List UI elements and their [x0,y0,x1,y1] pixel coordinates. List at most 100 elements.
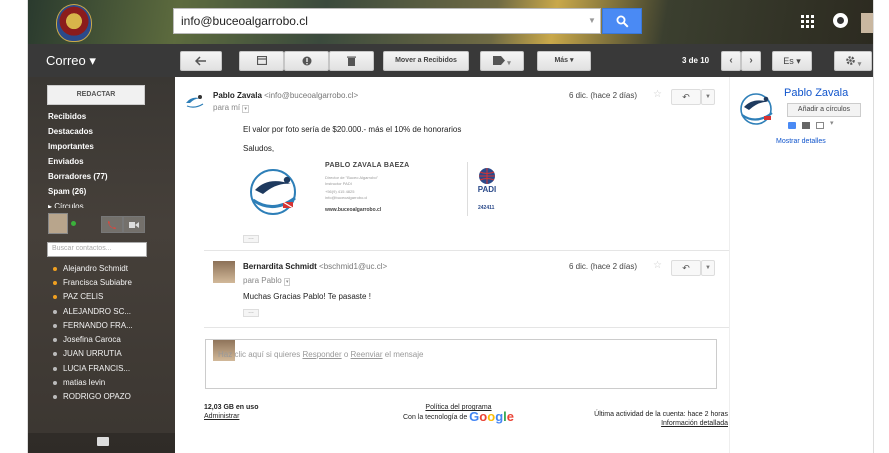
email-icon[interactable] [816,122,824,129]
contact-item[interactable]: Alejandro Schmidt [53,264,128,273]
action-toolbar: Correo ▾ Mover a Recibidos ▾ Más ▾ 3 de … [28,44,873,77]
message-body-line: El valor por foto sería de $20.000.- más… [243,125,462,134]
archive-icon [256,55,267,66]
sidebar-item-spam[interactable]: Spam (26) [48,187,86,196]
manage-storage-link[interactable]: Administrar [204,413,239,420]
organization-logo[interactable] [56,4,92,42]
account-avatar[interactable] [861,13,873,33]
notifications-icon[interactable] [833,13,848,28]
next-conversation-button[interactable]: › [741,51,761,71]
sender-email: <info@buceoalgarrobo.cl> [264,91,359,100]
reply-button[interactable]: ↶ [671,260,701,276]
activity-details-link[interactable]: Información detallada [661,420,728,427]
reply-arrow-icon: ↶ [682,92,690,102]
message-more-button[interactable]: ▼ [701,89,715,105]
apps-grid-icon[interactable] [801,15,815,29]
sidebar-item-sent[interactable]: Enviados [48,157,84,166]
contact-card-panel: Pablo Zavala Añadir a círculos ▾ Mostrar… [729,77,873,453]
back-button[interactable] [180,51,222,71]
contact-status-dot [53,324,57,328]
message-body-line: Muchas Gracias Pablo! Te pasaste ! [243,292,371,301]
last-activity-text: Última actividad de la cuenta: hace 2 ho… [594,411,728,418]
recipient-details-chevron-icon[interactable]: ▾ [283,278,291,286]
phone-call-button[interactable] [101,216,123,233]
reply-link[interactable]: Responder [302,350,341,359]
contact-search-input[interactable]: Buscar contactos... [47,242,147,257]
chevron-down-icon: ▼ [705,94,711,100]
contact-item[interactable]: ALEJANDRO SC... [53,307,131,316]
contact-item[interactable]: RODRIGO OPAZO [53,392,131,401]
contact-status-dot [53,381,57,385]
left-sidebar: REDACTAR Recibidos Destacados Importante… [28,77,175,453]
contact-item[interactable]: JUAN URRUTIA [53,349,122,358]
sidebar-item-circles[interactable]: ▸ Círculos [48,202,84,208]
signature-divider [467,162,468,216]
move-to-inbox-button[interactable]: Mover a Recibidos [383,51,469,71]
contact-item[interactable]: PAZ CELIS [53,292,103,301]
contact-item[interactable]: Josefina Caroca [53,335,121,344]
report-spam-icon [302,56,311,66]
label-tag-icon [493,56,506,65]
forward-link[interactable]: Reenviar [351,350,383,359]
sidebar-item-starred[interactable]: Destacados [48,127,93,136]
reply-arrow-icon: ↶ [682,263,690,273]
quick-reply-box[interactable]: Haz clic aquí si quieres Responder o Ree… [205,339,717,389]
show-details-link[interactable]: Mostrar detalles [776,138,826,145]
labels-button[interactable]: ▾ [480,51,524,71]
video-camera-icon [129,222,139,228]
contact-name[interactable]: Pablo Zavala [784,87,848,99]
contact-item[interactable]: matias levin [53,378,105,387]
diver-logo [250,169,296,215]
report-spam-button[interactable] [284,51,329,71]
star-outline-icon[interactable]: ☆ [653,89,662,100]
more-options-chevron-icon[interactable]: ▾ [830,119,834,127]
contact-item[interactable]: Francisca Subiabre [53,278,132,287]
footer-center: Política del programa Con la tecnología … [403,403,514,423]
sidebar-item-important[interactable]: Importantes [48,142,94,151]
signature-website-link[interactable]: www.buceoalgarrobo.cl [325,207,381,213]
recipient-text: para Pablo [243,276,282,285]
back-arrow-icon [194,56,206,66]
delete-button[interactable] [329,51,374,71]
signature-line: info@buceoalgarrobo.cl [325,195,368,200]
reply-button[interactable]: ↶ [671,89,701,105]
online-status-dot [71,221,76,226]
video-camera-icon[interactable] [802,122,810,129]
message-sender[interactable]: Bernardita Schmidt <bschmid1@uc.cl> [243,262,387,271]
sidebar-item-drafts[interactable]: Borradores (77) [48,172,108,181]
chevron-down-icon: ▼ [705,265,711,271]
input-language-button[interactable]: Es ▾ [772,51,812,71]
video-call-button[interactable] [123,216,145,233]
contact-item[interactable]: LUCIA FRANCIS... [53,364,130,373]
contact-actions: ▾ [788,119,858,132]
star-outline-icon[interactable]: ☆ [653,260,662,271]
chat-bubble-icon[interactable] [97,437,109,446]
search-input[interactable]: info@buceoalgarrobo.cl [173,8,601,34]
sender-avatar[interactable] [213,261,235,283]
recipient-text: para mí [213,103,241,112]
chat-user-avatar[interactable] [48,213,68,234]
prev-conversation-button[interactable]: ‹ [721,51,741,71]
show-trimmed-content-button[interactable]: … [243,235,259,243]
chat-icon[interactable] [788,122,796,129]
sender-avatar[interactable] [184,89,206,111]
recipient-line[interactable]: para Pablo ▾ [243,276,291,286]
search-options-chevron-icon[interactable]: ▼ [588,8,601,34]
add-to-circles-button[interactable]: Añadir a círculos [787,103,861,117]
settings-button[interactable]: ▾ [834,51,872,71]
show-trimmed-content-button[interactable]: … [243,309,259,317]
recipient-details-chevron-icon[interactable]: ▾ [242,105,249,113]
recipient-line[interactable]: para mí ▾ [213,103,249,113]
reply-prompt-text: o [341,350,351,359]
contact-item[interactable]: FERNANDO FRA... [53,321,133,330]
message-more-button[interactable]: ▼ [701,260,715,276]
more-actions-button[interactable]: Más ▾ [537,51,591,71]
signature-name: PABLO ZAVALA BAEZA [325,162,410,169]
archive-button[interactable] [239,51,284,71]
message-sender[interactable]: Pablo Zavala <info@buceoalgarrobo.cl> [213,91,358,100]
compose-button[interactable]: REDACTAR [47,85,145,105]
storage-info: 12,03 GB en uso Administrar [204,403,258,421]
app-switcher-button[interactable]: Correo ▾ [46,53,96,69]
search-button[interactable] [602,8,642,34]
sidebar-item-inbox[interactable]: Recibidos [48,112,86,121]
